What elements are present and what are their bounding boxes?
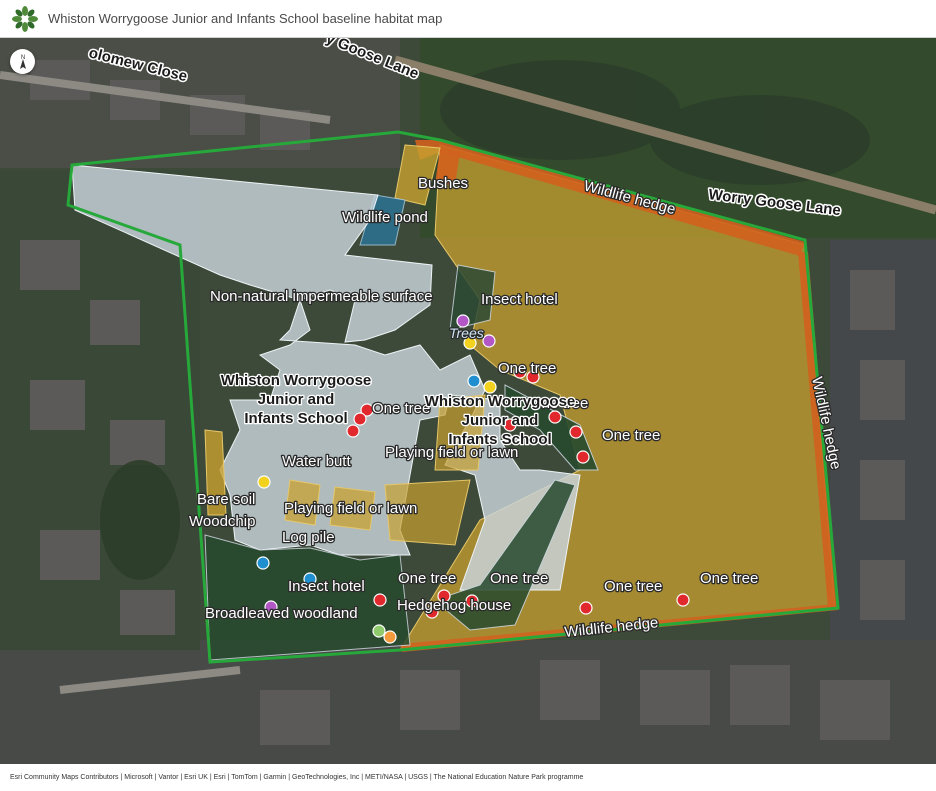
pond-point — [256, 556, 270, 570]
label-one-tree-7: One tree — [604, 578, 662, 595]
tree-point — [353, 412, 367, 426]
label-bare-soil: Bare soil — [197, 491, 255, 508]
label-one-tree-4: One tree — [602, 427, 660, 444]
label-playing-field-left: Playing field or lawn — [284, 500, 417, 517]
tree-point — [346, 424, 360, 438]
label-one-tree-1: One tree — [498, 360, 556, 377]
label-insect-hotel-bottom: Insect hotel — [288, 578, 365, 595]
school-label-left-line-2: Junior and — [258, 391, 335, 408]
water-butt-point — [257, 475, 271, 489]
tree-point — [576, 450, 590, 464]
map-attribution: Esri Community Maps Contributors | Micro… — [0, 764, 936, 791]
label-one-tree-2: One tree — [372, 400, 430, 417]
label-water-butt: Water butt — [282, 453, 351, 470]
north-arrow-icon: N — [19, 55, 26, 69]
label-hedgehog-house: Hedgehog house — [397, 597, 511, 614]
map-canvas[interactable]: olomew Close y Goose Lane Worry Goose La… — [0, 38, 936, 764]
label-one-tree-5: One tree — [398, 570, 456, 587]
label-one-tree-6: One tree — [490, 570, 548, 587]
title-bar: Whiston Worrygoose Junior and Infants Sc… — [0, 0, 936, 38]
insect-hotel-point — [482, 334, 496, 348]
pond-point — [467, 374, 481, 388]
label-impermeable-surface: Non-natural impermeable surface — [210, 288, 433, 305]
school-label-left-line-1: Whiston Worrygoose — [221, 372, 372, 389]
school-label-center-line-1: Whiston Worrygoose — [425, 393, 576, 410]
tree-point — [373, 593, 387, 607]
label-one-tree-8: One tree — [700, 570, 758, 587]
label-woodchip: Woodchip — [189, 513, 255, 530]
label-log-pile: Log pile — [282, 529, 335, 546]
tree-point — [569, 425, 583, 439]
label-insect-hotel-top: Insect hotel — [481, 291, 558, 308]
label-trees: Trees — [449, 325, 484, 341]
water-butt-point — [483, 380, 497, 394]
north-arrow-button[interactable]: N — [10, 49, 35, 74]
tree-point — [676, 593, 690, 607]
leaf-cluster-icon — [12, 5, 38, 32]
tree-point — [579, 601, 593, 615]
school-label-center-line-3: Infants School — [448, 431, 551, 448]
hedgehog-house-point — [383, 630, 397, 644]
label-wildlife-pond: Wildlife pond — [342, 209, 428, 226]
log-pile-point — [372, 624, 386, 638]
school-label-left-line-3: Infants School — [244, 410, 347, 427]
tree-point — [548, 410, 562, 424]
map-view[interactable]: olomew Close y Goose Lane Worry Goose La… — [0, 38, 936, 764]
page-title: Whiston Worrygoose Junior and Infants Sc… — [48, 11, 443, 26]
label-bushes: Bushes — [418, 175, 468, 192]
label-broadleaved-woodland: Broadleaved woodland — [205, 605, 358, 622]
school-label-center-line-2: Junior and — [462, 412, 539, 429]
